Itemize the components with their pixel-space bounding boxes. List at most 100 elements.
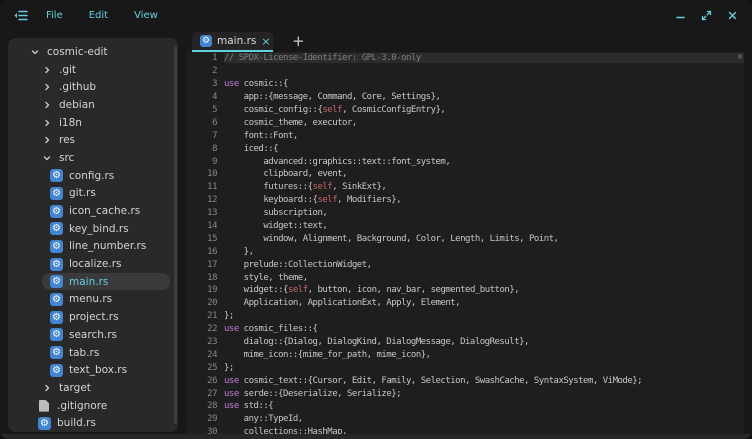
sidebar-item-git[interactable]: .git	[8, 61, 170, 79]
sidebar-item-label: localize.rs	[69, 258, 121, 270]
code-line-26[interactable]: 26use cosmic_text::{Cursor, Edit, Family…	[186, 374, 744, 387]
minimize-button[interactable]	[673, 8, 688, 23]
code-line-23[interactable]: 23 dialog::{Dialog, DialogKind, DialogMe…	[186, 336, 744, 349]
sidebar-item-text-box-rs[interactable]: ⚙text_box.rs	[8, 361, 170, 379]
sidebar-item-gitignore[interactable]: .gitignore	[8, 397, 170, 415]
code-text: };	[224, 311, 744, 321]
sidebar-item-cosmic-edit[interactable]: cosmic-edit	[8, 43, 170, 61]
code-lines: 1// SPDX-License-Identifier: GPL-3.0-onl…	[186, 52, 744, 434]
editor-scrollbar-thumb[interactable]	[738, 54, 742, 59]
sidebar-item-search-rs[interactable]: ⚙search.rs	[8, 326, 170, 344]
sidebar-item-key-bind-rs[interactable]: ⚙key_bind.rs	[8, 220, 170, 238]
code-line-5[interactable]: 5 cosmic_config::{self, CosmicConfigEntr…	[186, 104, 744, 117]
code-line-11[interactable]: 11 futures::{self, SinkExt},	[186, 181, 744, 194]
line-number: 7	[186, 131, 217, 141]
code-line-30[interactable]: 30 collections::HashMap,	[186, 426, 744, 434]
code-text: iced::{	[224, 144, 744, 154]
sidebar-item-src[interactable]: src	[8, 149, 170, 167]
sidebar-item-menu-rs[interactable]: ⚙menu.rs	[8, 291, 170, 309]
code-line-17[interactable]: 17 prelude::CollectionWidget,	[186, 258, 744, 271]
chevron-right-icon[interactable]	[40, 116, 53, 129]
code-line-25[interactable]: 25};	[186, 361, 744, 374]
code-text: widget::text,	[224, 221, 744, 231]
tab-bar: ⚙ main.rs × +	[186, 32, 744, 52]
sidebar-item-debian[interactable]: debian	[8, 96, 170, 114]
code-text: futures::{self, SinkExt},	[224, 182, 744, 192]
line-number: 17	[186, 260, 217, 270]
rust-file-icon: ⚙	[50, 222, 63, 235]
sidebar-item-config-rs[interactable]: ⚙config.rs	[8, 167, 170, 185]
sidebar-item-res[interactable]: res	[8, 131, 170, 149]
chevron-right-icon[interactable]	[40, 134, 53, 147]
code-line-6[interactable]: 6 cosmic_theme, executor,	[186, 116, 744, 129]
code-line-22[interactable]: 22use cosmic_files::{	[186, 323, 744, 336]
sidebar-item-main-rs[interactable]: ⚙main.rs	[8, 273, 170, 291]
code-text: app::{message, Command, Core, Settings},	[224, 92, 744, 102]
code-line-2[interactable]: 2	[186, 65, 744, 78]
sidebar-item-localize-rs[interactable]: ⚙localize.rs	[8, 255, 170, 273]
sidebar-item-build-rs[interactable]: ⚙build.rs	[8, 414, 170, 432]
sidebar-item-label: config.rs	[69, 170, 114, 182]
chevron-right-icon[interactable]	[40, 63, 53, 76]
rust-file-icon: ⚙	[50, 328, 63, 341]
code-line-13[interactable]: 13 subscription,	[186, 207, 744, 220]
chevron-down-icon[interactable]	[40, 151, 53, 164]
chevron-right-icon[interactable]	[40, 81, 53, 94]
code-text: font::Font,	[224, 131, 744, 141]
code-line-8[interactable]: 8 iced::{	[186, 142, 744, 155]
new-tab-button[interactable]: +	[288, 34, 309, 52]
code-line-7[interactable]: 7 font::Font,	[186, 129, 744, 142]
sidebar-item-icon-cache-rs[interactable]: ⚙icon_cache.rs	[8, 202, 170, 220]
code-line-3[interactable]: 3use cosmic::{	[186, 78, 744, 91]
menu-file[interactable]: File	[36, 10, 73, 21]
code-text: use cosmic_files::{	[224, 324, 744, 334]
code-line-29[interactable]: 29 any::TypeId,	[186, 413, 744, 426]
rust-file-icon: ⚙	[50, 205, 63, 218]
code-line-14[interactable]: 14 widget::text,	[186, 220, 744, 233]
sidebar-item-git-rs[interactable]: ⚙git.rs	[8, 185, 170, 203]
code-line-10[interactable]: 10 clipboard, event,	[186, 168, 744, 181]
sidebar-item-target[interactable]: target	[8, 379, 170, 397]
code-line-21[interactable]: 21};	[186, 310, 744, 323]
tab-close-icon[interactable]: ×	[261, 36, 270, 47]
code-line-28[interactable]: 28use std::{	[186, 400, 744, 413]
code-line-20[interactable]: 20 Application, ApplicationExt, Apply, E…	[186, 297, 744, 310]
sidebar-item-i18n[interactable]: i18n	[8, 114, 170, 132]
chevron-right-icon[interactable]	[40, 381, 53, 394]
tab-main-rs[interactable]: ⚙ main.rs ×	[192, 32, 273, 52]
sidebar-item-label: cosmic-edit	[47, 46, 108, 58]
sidebar-toggle-button[interactable]	[12, 7, 30, 23]
sidebar-item-label: build.rs	[57, 417, 96, 429]
code-text: any::TypeId,	[224, 414, 744, 424]
menu-edit[interactable]: Edit	[79, 10, 118, 21]
tab-label: main.rs	[217, 35, 256, 47]
code-line-18[interactable]: 18 style, theme,	[186, 271, 744, 284]
code-line-24[interactable]: 24 mime_icon::{mime_for_path, mime_icon}…	[186, 348, 744, 361]
sidebar-item-line-number-rs[interactable]: ⚙line_number.rs	[8, 238, 170, 256]
sidebar-item-project-rs[interactable]: ⚙project.rs	[8, 308, 170, 326]
code-line-12[interactable]: 12 keyboard::{self, Modifiers},	[186, 194, 744, 207]
code-line-1[interactable]: 1// SPDX-License-Identifier: GPL-3.0-onl…	[186, 52, 744, 65]
maximize-button[interactable]	[699, 8, 714, 23]
sidebar-item-tab-rs[interactable]: ⚙tab.rs	[8, 344, 170, 362]
code-line-9[interactable]: 9 advanced::graphics::text::font_system,	[186, 155, 744, 168]
code-line-4[interactable]: 4 app::{message, Command, Core, Settings…	[186, 91, 744, 104]
code-text: widget::{self, button, icon, nav_bar, se…	[224, 285, 744, 295]
rust-file-icon: ⚙	[50, 275, 63, 288]
code-line-27[interactable]: 27use serde::{Deserialize, Serialize};	[186, 387, 744, 400]
code-line-16[interactable]: 16 },	[186, 245, 744, 258]
titlebar[interactable]: File Edit View	[0, 0, 752, 30]
sidebar-item-github[interactable]: .github	[8, 78, 170, 96]
code-text: },	[224, 247, 744, 257]
close-button[interactable]	[725, 8, 740, 23]
code-editor[interactable]: 1// SPDX-License-Identifier: GPL-3.0-onl…	[186, 52, 744, 434]
window-bottom-edge	[0, 434, 752, 439]
chevron-right-icon[interactable]	[40, 98, 53, 111]
menu-view[interactable]: View	[124, 10, 168, 21]
sidebar-scrollbar[interactable]	[174, 46, 177, 424]
code-line-19[interactable]: 19 widget::{self, button, icon, nav_bar,…	[186, 284, 744, 297]
code-line-15[interactable]: 15 window, Alignment, Background, Color,…	[186, 232, 744, 245]
chevron-down-icon[interactable]	[28, 45, 41, 58]
rust-file-icon: ⚙	[200, 35, 212, 47]
sidebar-toggle-icon	[14, 10, 28, 21]
